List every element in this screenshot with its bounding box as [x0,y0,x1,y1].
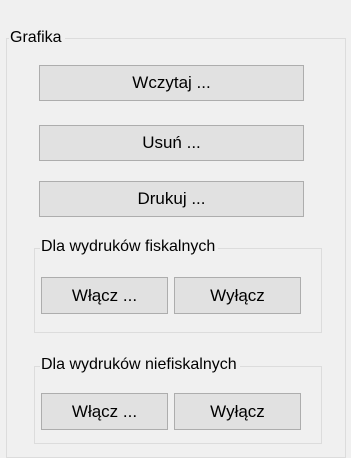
delete-button[interactable]: Usuń ... [39,125,304,161]
nonfiscal-groupbox-title: Dla wydruków niefiskalnych [40,356,240,374]
nonfiscal-enable-button[interactable]: Włącz ... [41,393,168,430]
fiscal-groupbox-title: Dla wydruków fiskalnych [40,238,219,256]
grafika-groupbox-title: Grafika [9,29,65,47]
nonfiscal-disable-button[interactable]: Wyłącz [174,393,301,430]
fiscal-disable-button[interactable]: Wyłącz [174,277,301,314]
print-button[interactable]: Drukuj ... [39,181,304,217]
load-button[interactable]: Wczytaj ... [39,65,304,101]
fiscal-enable-button[interactable]: Włącz ... [41,277,168,314]
